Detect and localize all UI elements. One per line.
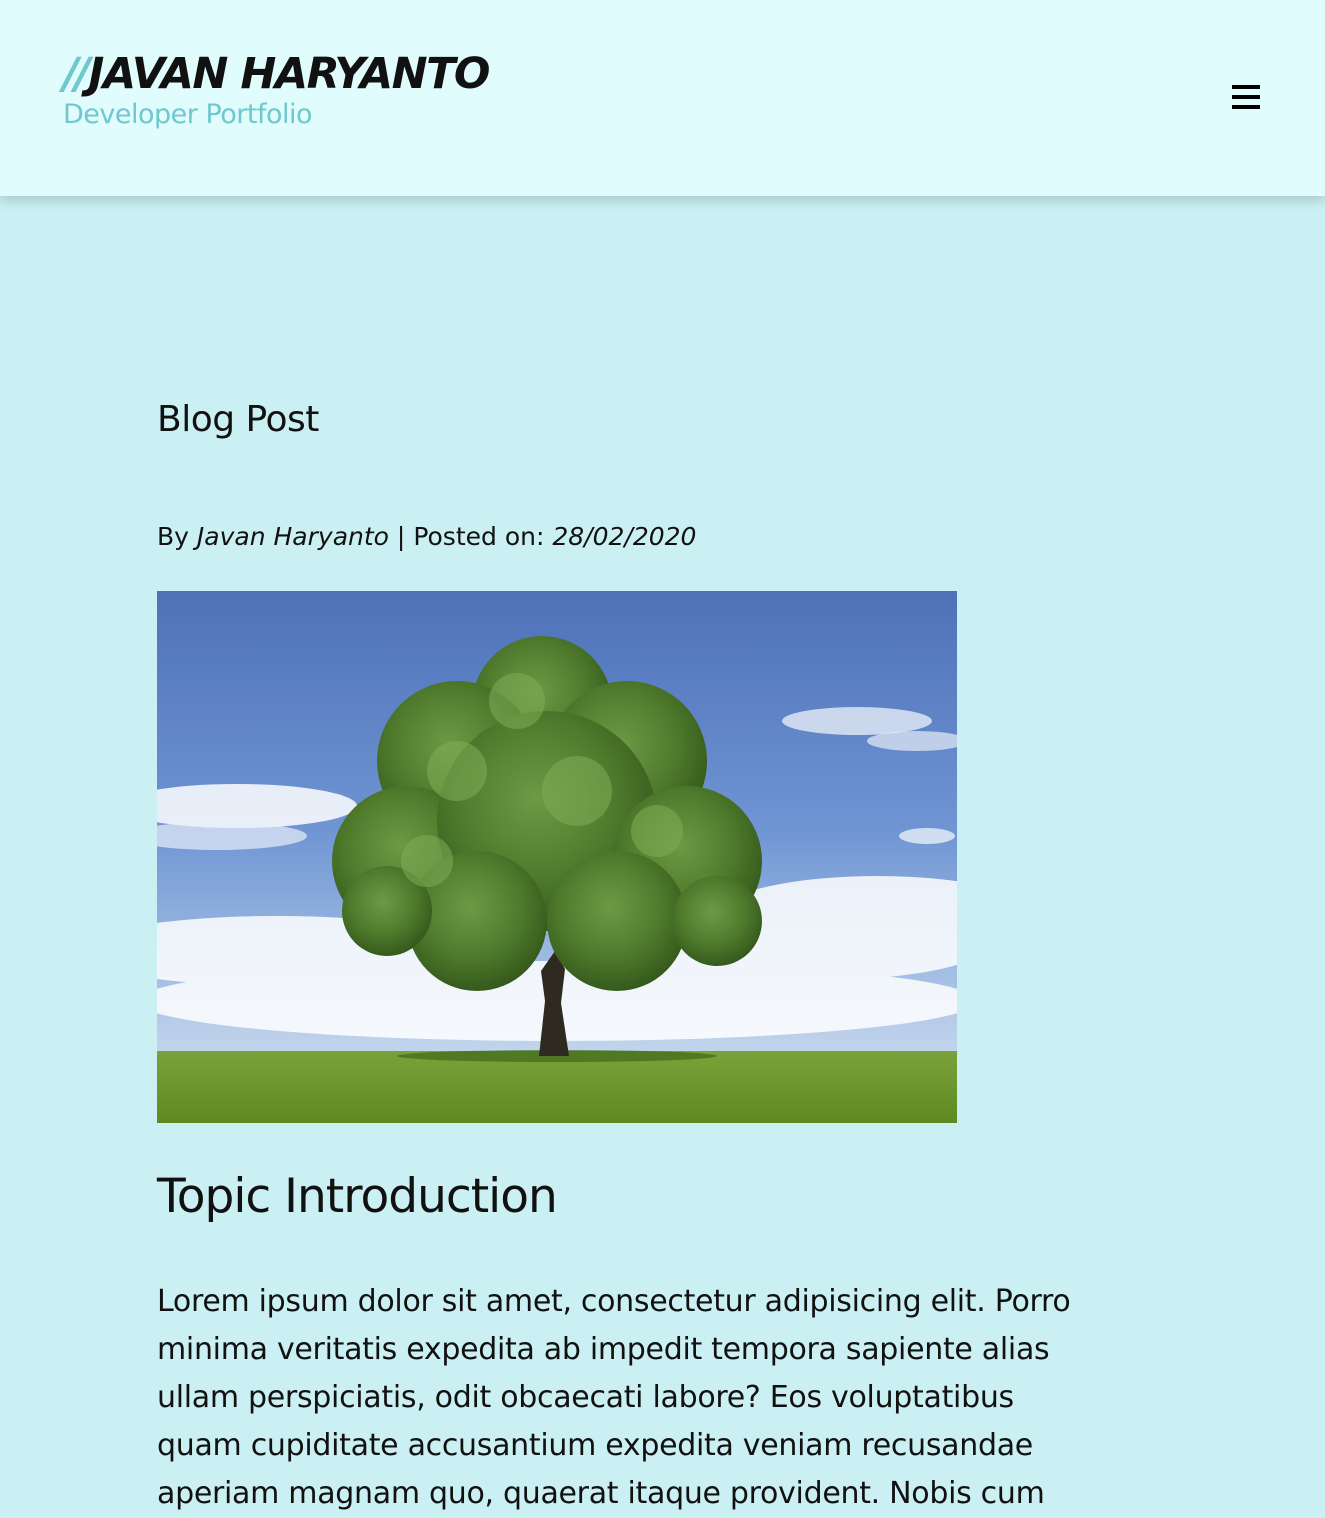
brand-tagline: Developer Portfolio: [63, 99, 313, 130]
body-line: Lorem ipsum dolor sit amet, consectetur …: [157, 1284, 1071, 1319]
brand-slash: //: [63, 49, 90, 99]
site-header: //JAVAN HARYANTO Developer Portfolio: [0, 0, 1325, 196]
brand-name: //JAVAN HARYANTO: [63, 48, 490, 100]
hamburger-menu-icon[interactable]: [1230, 82, 1262, 112]
body-line: ullam perspiciatis, odit obcaecati labor…: [157, 1380, 1014, 1415]
brand-name-text: JAVAN HARYANTO: [88, 49, 490, 99]
topic-heading: Topic Introduction: [157, 1169, 558, 1224]
post-author: Javan Haryanto: [196, 522, 389, 551]
page-title: Blog Post: [157, 399, 319, 440]
body-line: minima veritatis expedita ab impedit tem…: [157, 1332, 1050, 1367]
by-label: By: [157, 522, 189, 551]
post-date: 28/02/2020: [552, 522, 697, 551]
meta-separator: |: [396, 522, 406, 551]
post-hero-image: [157, 591, 957, 1123]
post-meta: By Javan Haryanto | Posted on: 28/02/202…: [157, 522, 696, 551]
post-body: Lorem ipsum dolor sit amet, consectetur …: [157, 1278, 1157, 1518]
brand-logo[interactable]: //JAVAN HARYANTO Developer Portfolio: [63, 48, 490, 130]
body-line: quam cupiditate accusantium expedita ven…: [157, 1428, 1033, 1463]
posted-label: Posted on:: [413, 522, 545, 551]
